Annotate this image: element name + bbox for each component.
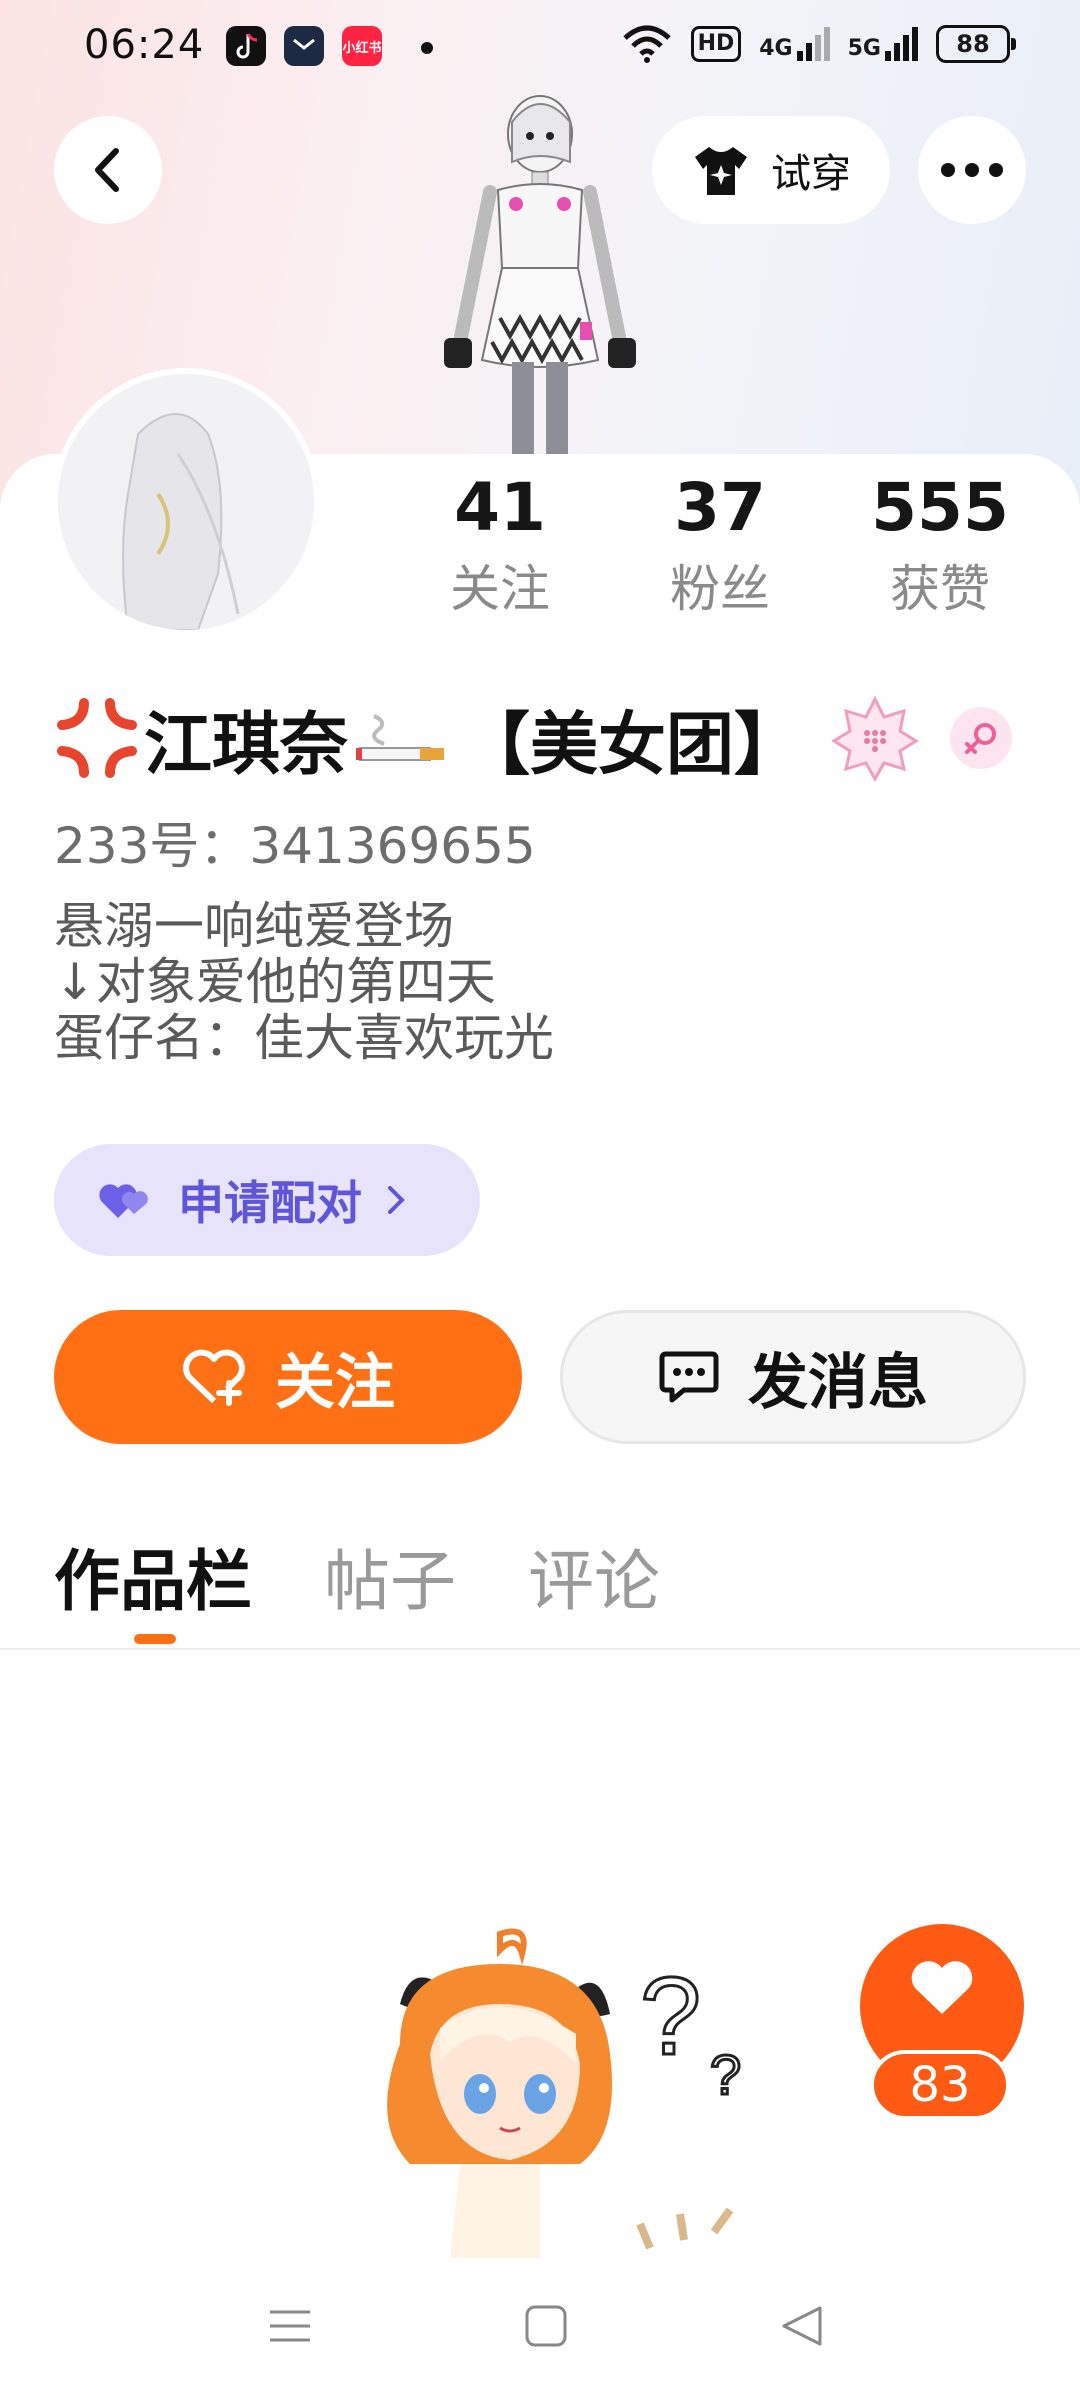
tab-posts[interactable]: 帖子 [324,1528,456,1624]
signal-4g: 4G [759,27,830,61]
home-icon[interactable] [524,2304,568,2348]
stat-label: 获赞 [890,560,990,618]
profile-tabs: 作品栏 帖子 评论 [54,1528,660,1644]
apply-pair-button[interactable]: 申请配对 [54,1144,480,1256]
tshirt-icon [695,147,747,195]
chat-icon [659,1351,719,1403]
svg-text:?: ? [710,2043,741,2106]
bio-line: ↓对象爱他的第四天 [54,953,496,1011]
avatar-3d-figure [444,95,636,462]
status-bar: 06:24 小红书 HD 4G 5G 88 [0,0,1080,96]
avatar[interactable] [52,368,320,636]
battery-indicator: 88 [936,25,1016,63]
bio-line: 悬溺一响纯爱登场 [54,897,454,955]
send-message-label: 发消息 [748,1347,928,1418]
follow-label: 关注 [275,1347,395,1418]
back-button[interactable] [54,116,162,224]
more-notifications-dot [421,42,433,54]
sakura-badge-icon[interactable] [830,693,920,783]
signal-bars-icon [885,27,918,61]
stat-value: 555 [871,469,1009,546]
stat-label: 关注 [450,560,550,618]
cigarette-emoji-icon [356,714,445,761]
more-options-button[interactable] [918,116,1026,224]
female-gender-icon [950,707,1013,769]
signal-5g: 5G [848,27,918,61]
stat-value: 37 [674,469,766,546]
try-on-label: 试穿 [771,151,851,197]
back-triangle-icon[interactable] [780,2304,824,2348]
user-id[interactable]: 233号：341369655 [54,806,536,878]
tab-works[interactable]: 作品栏 [54,1528,252,1644]
profile-bio: 悬溺一响纯爱登场 ↓对象爱他的第四天 蛋仔名：佳大喜欢玩光 [54,898,554,1066]
stat-label: 粉丝 [670,560,770,618]
wifi-icon [622,25,671,63]
stat-value: 41 [454,469,546,546]
net-5g-label: 5G [847,36,881,61]
stat-followers[interactable]: 37 粉丝 [620,468,820,624]
hd-badge: HD [690,26,742,62]
send-message-button[interactable]: 发消息 [560,1310,1026,1444]
avatar-image [58,374,314,630]
profile-name-row: 江琪奈 【美女团】 [54,690,1013,786]
bio-line: 蛋仔名：佳大喜欢玩光 [54,1009,554,1067]
system-navigation-bar [0,2258,1080,2408]
chevron-right-icon [388,1186,405,1214]
stat-likes[interactable]: 555 获赞 [840,468,1040,624]
double-heart-icon [99,1184,148,1218]
profile-page: 06:24 小红书 HD 4G 5G 88 试穿 41 关注 37 粉丝 555… [0,0,1080,2408]
try-on-button[interactable]: 试穿 [652,116,890,224]
menu-icon[interactable] [268,2304,312,2348]
like-count-badge: 83 [870,2050,1010,2120]
status-right-group: HD 4G 5G 88 [621,24,1016,64]
more-icon [941,163,1003,177]
net-4g-label: 4G [759,36,793,61]
tiktok-notification-icon [226,26,266,66]
heart-icon [911,1961,973,2014]
tab-comments[interactable]: 评论 [528,1528,660,1624]
svg-text:?: ? [640,1955,701,2078]
xiaohongshu-notification-icon: 小红书 [342,26,382,66]
stat-following[interactable]: 41 关注 [400,468,600,624]
profile-stats: 41 关注 37 粉丝 555 获赞 [400,468,1040,624]
tabs-divider [0,1648,1080,1650]
anger-emoji-icon [57,698,137,778]
mail-notification-icon [284,26,324,66]
profile-name: 江琪奈 [144,705,349,785]
signal-bars-icon [796,27,830,61]
profile-name-suffix: 【美女团】 [462,705,803,785]
status-time: 06:24 [84,22,205,68]
back-icon [95,148,119,192]
empty-state-illustration: ? ? [387,1928,743,2258]
heart-plus-icon [183,1349,245,1406]
apply-pair-label: 申请配对 [178,1176,362,1230]
follow-button[interactable]: 关注 [54,1310,522,1444]
